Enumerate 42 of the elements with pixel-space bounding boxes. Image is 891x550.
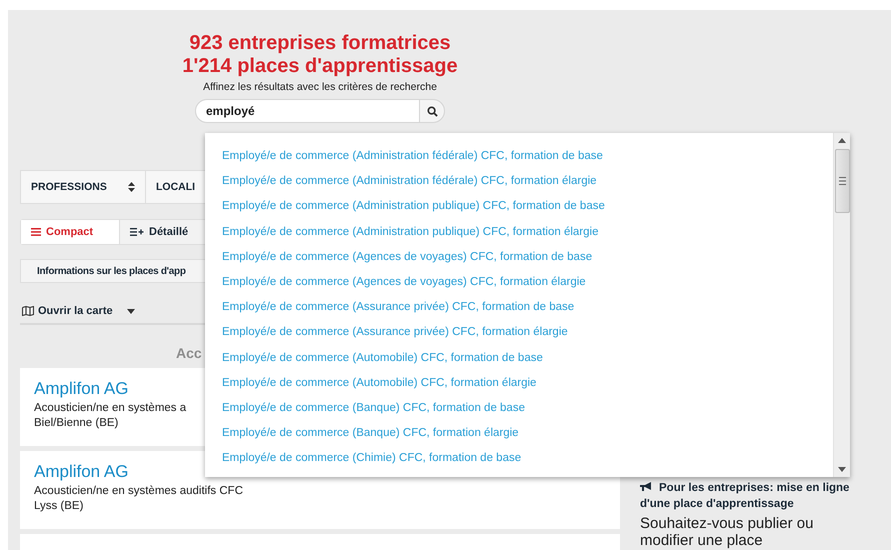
location-text: Lyss (BE) bbox=[34, 500, 84, 512]
search-button[interactable] bbox=[419, 99, 445, 123]
suggestion-item[interactable]: Employé/e de commerce (Assurance privée) CFC, formation de base bbox=[222, 295, 574, 320]
scrollbar[interactable] bbox=[833, 133, 850, 477]
search-field[interactable]: employé bbox=[195, 99, 419, 123]
profession-text: Acousticien/ne en systèmes a bbox=[34, 402, 186, 414]
suggestion-item[interactable]: Employé/e de commerce (Agences de voyages) CFC, formation de base bbox=[222, 244, 592, 270]
suggestion-item[interactable]: Employé/e de commerce (Banque) CFC, formation de base bbox=[222, 396, 525, 422]
suggestion-item[interactable]: Employé/e de commerce (Administration publique) CFC, formation de base bbox=[222, 194, 605, 220]
scroll-down-icon bbox=[838, 467, 846, 472]
suggestion-item[interactable]: Employé/e de commerce (Administration fédérale) CFC, formation élargie bbox=[222, 169, 597, 194]
company-name[interactable]: Amplifon AG bbox=[34, 462, 128, 482]
suggestion-item[interactable]: Employé/e de commerce (Automobile) CFC, formation élargie bbox=[222, 370, 536, 396]
headline: 923 entreprises formatrices bbox=[189, 32, 451, 55]
filter-dropdown[interactable]: LOCALI bbox=[146, 171, 206, 203]
suggestion-item[interactable]: Employé/e de commerce (Assurance privée) CFC, formation élargie bbox=[222, 320, 568, 346]
location-text: Biel/Bienne (BE) bbox=[34, 417, 118, 429]
sort-icon bbox=[128, 182, 135, 192]
suggestion-item[interactable]: Employé/e de commerce (Automobile) CFC, formation de base bbox=[222, 346, 543, 371]
grip-icon bbox=[838, 177, 846, 185]
profession-text: Acousticien/ne en systèmes auditifs CFC bbox=[34, 485, 244, 497]
subtitle: Affinez les résultats avec les critères de recherche bbox=[203, 81, 437, 93]
publish-link[interactable]: Pour les entreprises: mise en ligne d'une place d'apprentissage bbox=[640, 480, 860, 512]
company-name[interactable]: Amplifon AG bbox=[34, 379, 128, 399]
megaphone-icon bbox=[640, 482, 653, 492]
scroll-up-icon bbox=[838, 138, 846, 143]
suggestion-item[interactable]: Employé/e de commerce (Administration fédérale) CFC, formation de base bbox=[222, 144, 603, 170]
scrollbar-thumb[interactable] bbox=[834, 149, 850, 213]
map-icon bbox=[22, 306, 34, 316]
search-icon bbox=[426, 106, 438, 116]
suggestion-item[interactable]: Employé/e de commerce (Administration publique) CFC, formation élargie bbox=[222, 220, 598, 245]
headline: 1'214 places d'apprentissage bbox=[182, 55, 458, 78]
filter-dropdown[interactable]: PROFESSIONS bbox=[21, 171, 146, 203]
suggestion-item[interactable]: Employé/e de commerce (Agences de voyages) CFC, formation élargie bbox=[222, 270, 586, 296]
suggestion-item[interactable]: Employé/e de commerce (Banque) CFC, formation élargie bbox=[222, 421, 519, 446]
list-plus-icon bbox=[130, 228, 144, 236]
open-map-button[interactable]: Ouvrir la carte bbox=[20, 305, 137, 317]
list-icon bbox=[31, 228, 41, 236]
sidebar-heading: Souhaitez-vous publier ou modifier une place bbox=[640, 515, 814, 549]
caret-icon bbox=[126, 308, 135, 314]
section-heading: Acc bbox=[176, 345, 202, 361]
view-toggle-button[interactable]: Compact bbox=[21, 220, 119, 244]
